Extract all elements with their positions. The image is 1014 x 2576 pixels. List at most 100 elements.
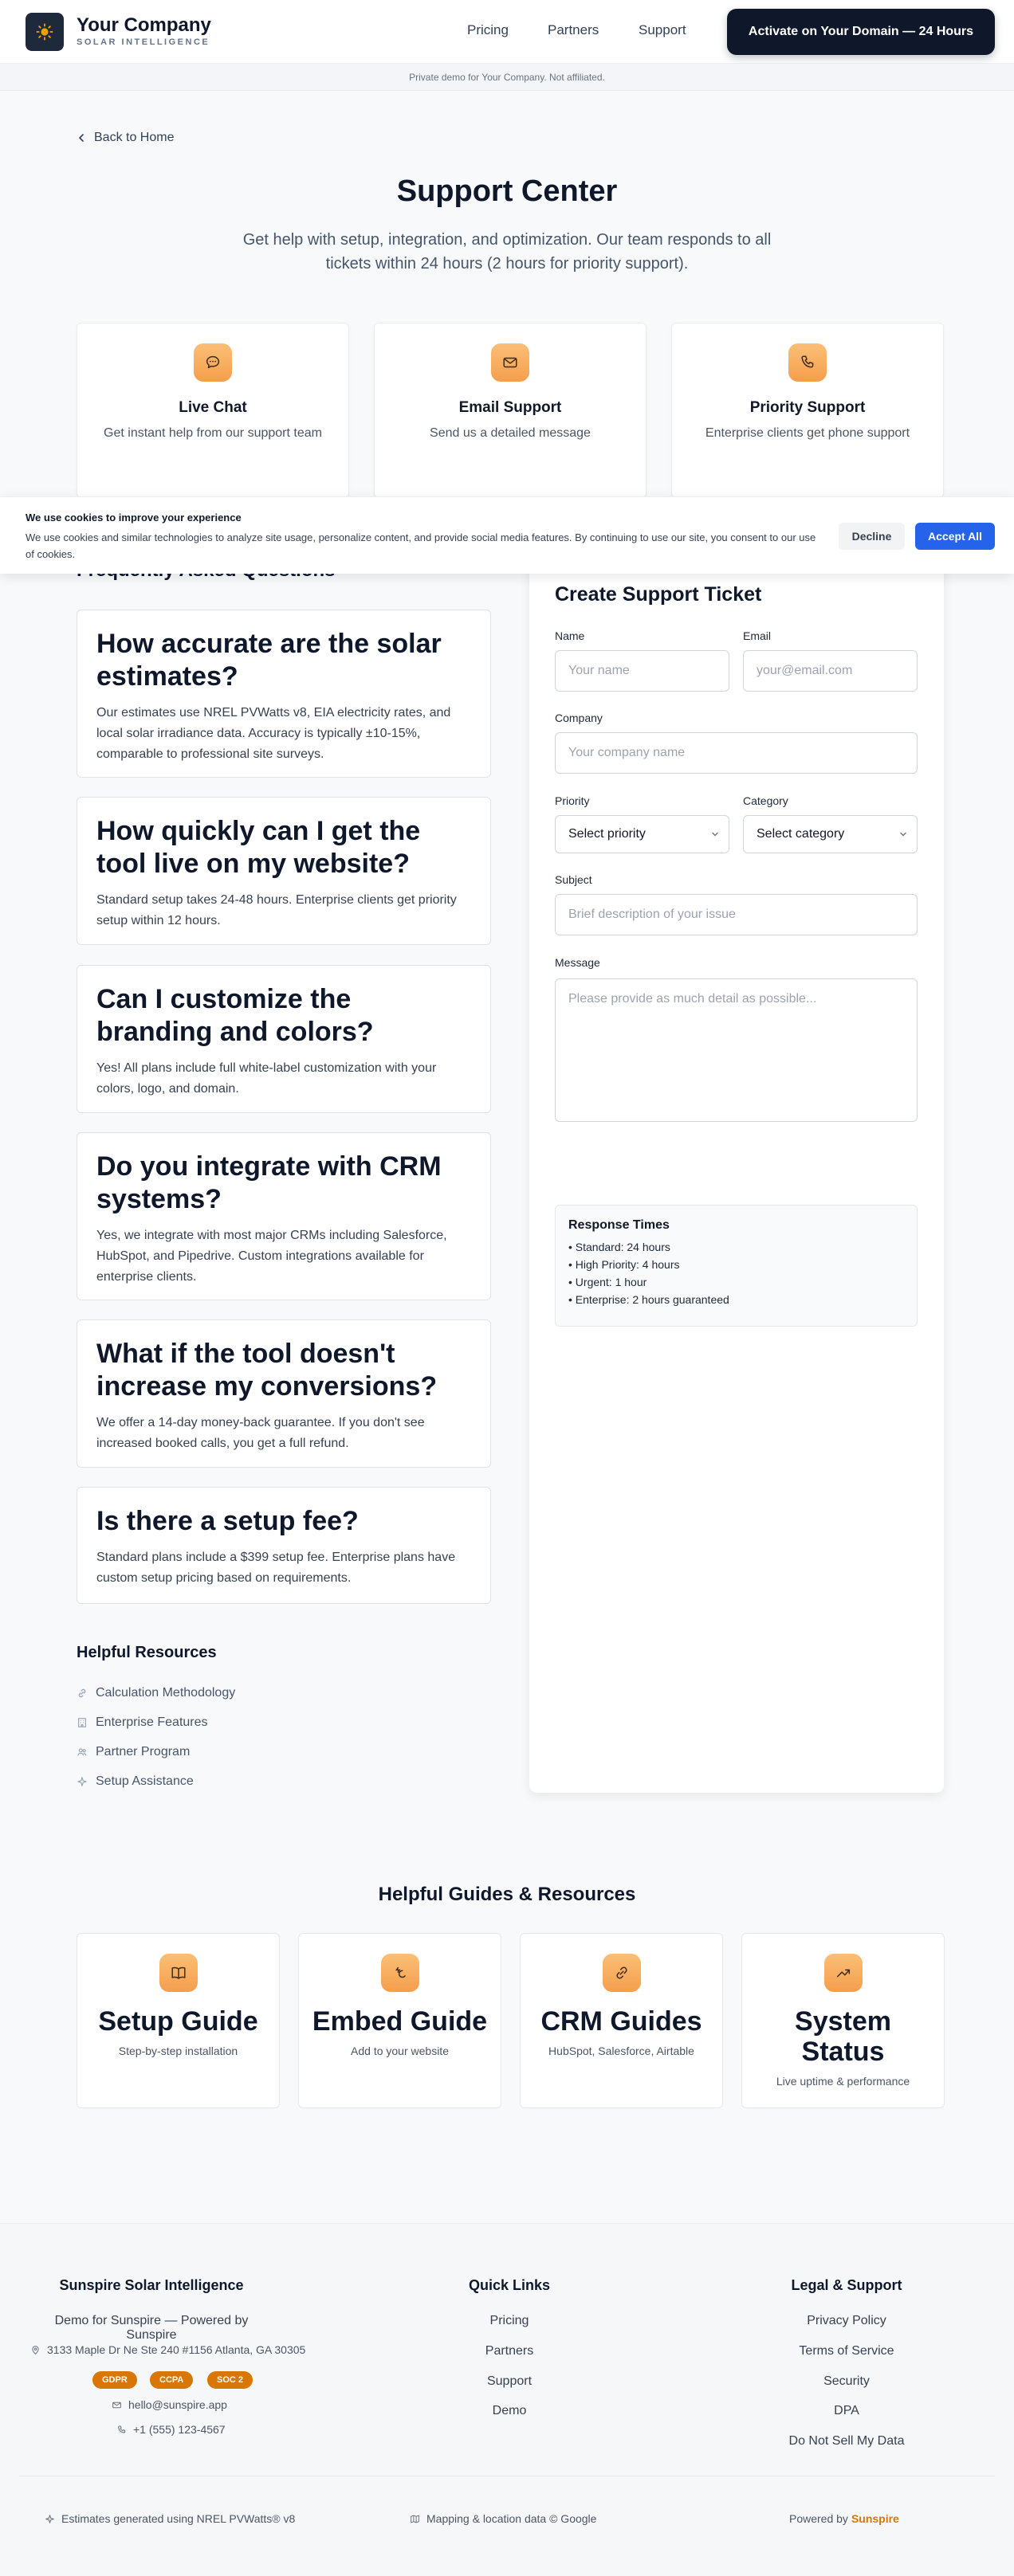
message-textarea[interactable]: Please provide as much detail as possibl…	[555, 978, 918, 1122]
message-label: Message	[555, 956, 600, 969]
embed-icon	[380, 1954, 419, 1992]
faq-item[interactable]: How quickly can I get the tool live on m…	[77, 797, 491, 945]
sun-icon	[36, 23, 53, 41]
system-status-card[interactable]: System Status Live uptime & performance	[741, 1933, 945, 2108]
category-select[interactable]: Select category	[743, 815, 918, 853]
trending-up-icon	[823, 1954, 863, 1992]
guides-heading: Helpful Guides & Resources	[378, 1884, 636, 1905]
faq-item[interactable]: Is there a setup fee? Standard plans inc…	[77, 1487, 491, 1604]
footer-link-pricing[interactable]: Pricing	[430, 2314, 589, 2328]
back-to-home-link[interactable]: Back to Home	[77, 131, 174, 145]
footer-company-name: Sunspire Solar Intelligence	[59, 2277, 244, 2293]
embed-guide-card[interactable]: Embed Guide Add to your website	[298, 1933, 501, 2108]
footer-email[interactable]: hello@sunspire.app	[112, 2398, 227, 2411]
footer-link-partners[interactable]: Partners	[430, 2344, 589, 2358]
faq-item[interactable]: Do you integrate with CRM systems? Yes, …	[77, 1132, 491, 1300]
faq-item[interactable]: How accurate are the solar estimates? Ou…	[77, 610, 491, 778]
building-icon	[78, 1718, 86, 1727]
faq-answer: We offer a 14-day money-back guarantee. …	[96, 1416, 425, 1450]
mapping-note-text: Mapping & location data © Google	[426, 2512, 597, 2525]
logo[interactable]	[26, 13, 64, 51]
subject-label: Subject	[555, 873, 592, 886]
footer-link-privacy[interactable]: Privacy Policy	[767, 2314, 926, 2328]
footer-demo-line: Demo for Sunspire — Powered by Sunspire	[54, 2314, 249, 2342]
category-select-value: Select category	[757, 827, 845, 841]
brand-tagline: SOLAR INTELLIGENCE	[77, 37, 210, 47]
nav-support[interactable]: Support	[639, 22, 686, 38]
channel-title: Email Support	[458, 399, 562, 416]
email-label: Email	[743, 629, 772, 642]
top-navigation: Your Company SOLAR INTELLIGENCE Pricing …	[0, 0, 1014, 64]
back-link-label: Back to Home	[94, 131, 175, 144]
guide-description: Live uptime & performance	[776, 2075, 910, 2088]
phone-text: +1 (555) 123-4567	[133, 2423, 226, 2436]
pvwatts-note: Estimates generated using NREL PVWatts® …	[45, 2512, 295, 2525]
company-field[interactable]: Your company name	[555, 732, 918, 774]
nav-partners[interactable]: Partners	[548, 22, 599, 38]
faq-question: Can I customize the branding and colors?	[96, 984, 374, 1047]
priority-support-card[interactable]: Priority Support Enterprise clients get …	[671, 323, 944, 498]
book-icon	[159, 1954, 198, 1992]
footer: Sunspire Solar Intelligence Demo for Sun…	[0, 2223, 1014, 2576]
priority-select[interactable]: Select priority	[555, 815, 729, 853]
guide-title: CRM Guides	[540, 2006, 702, 2037]
decline-cookies-button[interactable]: Decline	[839, 523, 905, 550]
page-subtitle: Get help with setup, integration, and op…	[242, 231, 772, 272]
faq-question: What if the tool doesn't increase my con…	[96, 1339, 438, 1402]
phone-icon	[118, 2425, 126, 2433]
footer-link-demo[interactable]: Demo	[430, 2404, 589, 2418]
channel-title: Priority Support	[749, 399, 866, 416]
soc2-badge: SOC 2	[207, 2371, 254, 2389]
resource-partner-program[interactable]: Partner Program	[77, 1745, 190, 1759]
category-label: Category	[743, 794, 788, 807]
phone-icon	[788, 343, 827, 382]
channel-description: Send us a detailed message	[430, 426, 591, 440]
mapping-note: Mapping & location data © Google	[410, 2512, 596, 2525]
faq-item[interactable]: What if the tool doesn't increase my con…	[77, 1319, 491, 1468]
link-icon	[78, 1688, 86, 1698]
resource-setup-assistance[interactable]: Setup Assistance	[77, 1774, 194, 1789]
resource-calculation-methodology[interactable]: Calculation Methodology	[77, 1686, 235, 1700]
response-times-box: Response Times • Standard: 24 hours • Hi…	[555, 1205, 918, 1327]
address-text: 3133 Maple Dr Ne Ste 240 #1156 Atlanta, …	[47, 2343, 306, 2356]
faq-item[interactable]: Can I customize the branding and colors?…	[77, 965, 491, 1113]
faq-answer: Yes, we integrate with most major CRMs i…	[96, 1229, 447, 1284]
footer-address: 3133 Maple Dr Ne Ste 240 #1156 Atlanta, …	[30, 2343, 305, 2356]
subject-field[interactable]: Brief description of your issue	[555, 894, 918, 935]
powered-by-brand[interactable]: Sunspire	[851, 2512, 899, 2525]
setup-guide-card[interactable]: Setup Guide Step-by-step installation	[77, 1933, 280, 2108]
name-field[interactable]: Your name	[555, 650, 729, 692]
email-field[interactable]: your@email.com	[743, 650, 918, 692]
live-chat-card[interactable]: Live Chat Get instant help from our supp…	[77, 323, 349, 498]
sparkle-icon	[77, 1777, 87, 1786]
resource-label: Setup Assistance	[96, 1774, 194, 1788]
crm-guides-card[interactable]: CRM Guides HubSpot, Salesforce, Airtable	[520, 1933, 723, 2108]
name-label: Name	[555, 629, 585, 642]
footer-link-security[interactable]: Security	[767, 2374, 926, 2389]
footer-link-terms[interactable]: Terms of Service	[767, 2344, 926, 2358]
nav-pricing[interactable]: Pricing	[467, 22, 509, 38]
channel-description: Get instant help from our support team	[104, 426, 322, 440]
activate-domain-button[interactable]: Activate on Your Domain — 24 Hours	[727, 9, 995, 55]
guide-description: HubSpot, Salesforce, Airtable	[548, 2045, 694, 2057]
chevron-down-icon	[712, 832, 718, 837]
accept-cookies-button[interactable]: Accept All	[915, 523, 995, 550]
users-icon	[77, 1748, 87, 1756]
email-support-card[interactable]: Email Support Send us a detailed message	[374, 323, 647, 498]
channel-description: Enterprise clients get phone support	[705, 426, 910, 440]
faq-question: How accurate are the solar estimates?	[96, 629, 442, 692]
resource-label: Partner Program	[96, 1745, 191, 1759]
footer-phone[interactable]: +1 (555) 123-4567	[116, 2423, 226, 2436]
footer-link-do-not-sell[interactable]: Do Not Sell My Data	[767, 2434, 926, 2449]
guide-description: Step-by-step installation	[118, 2045, 238, 2057]
priority-select-value: Select priority	[568, 827, 646, 841]
resource-enterprise-features[interactable]: Enterprise Features	[77, 1715, 208, 1730]
footer-link-dpa[interactable]: DPA	[767, 2404, 926, 2418]
guide-description: Add to your website	[351, 2045, 449, 2057]
powered-by-label: Powered by	[789, 2512, 848, 2525]
brand-name[interactable]: Your Company	[77, 14, 211, 37]
footer-link-support[interactable]: Support	[430, 2374, 589, 2389]
resources-heading: Helpful Resources	[77, 1644, 217, 1661]
pvwatts-note-text: Estimates generated using NREL PVWatts® …	[61, 2512, 296, 2525]
powered-by: Powered by Sunspire	[789, 2512, 899, 2525]
